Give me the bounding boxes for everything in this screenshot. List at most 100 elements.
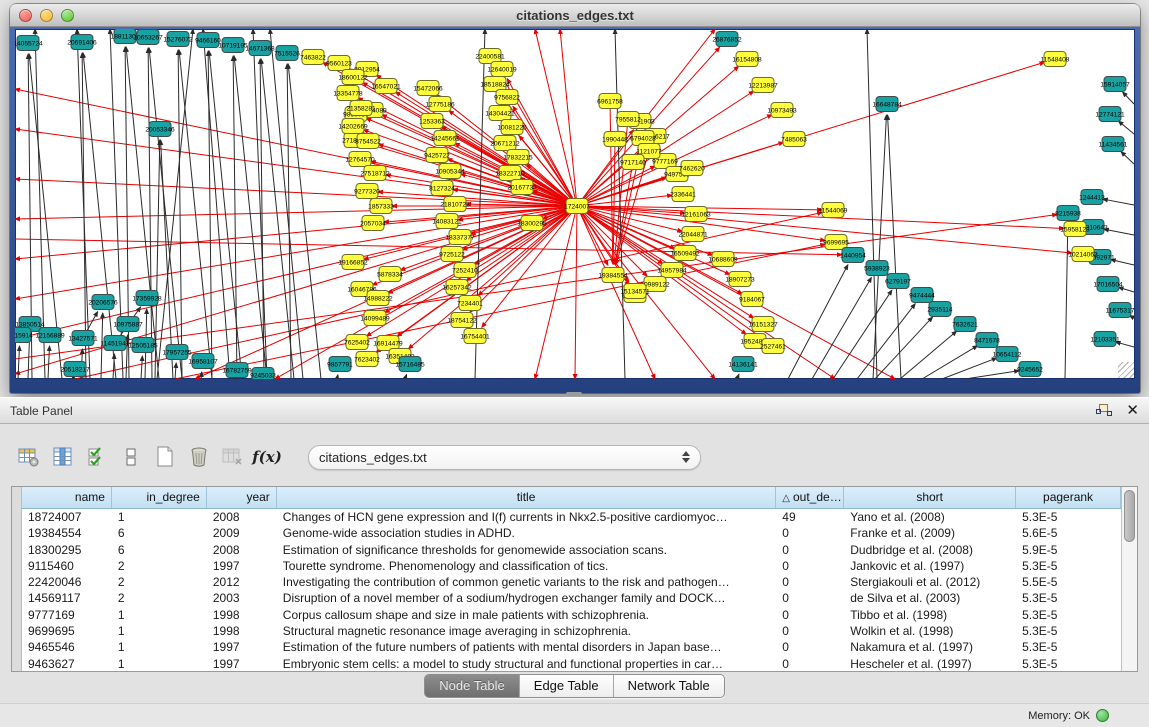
- network-node[interactable]: 10973493: [767, 103, 797, 118]
- network-node[interactable]: 9184067: [739, 292, 765, 307]
- table-cell[interactable]: 2: [112, 590, 207, 606]
- table-vertical-scrollbar[interactable]: [1121, 487, 1137, 671]
- network-node[interactable]: 19384554: [598, 268, 628, 283]
- network-node[interactable]: 26876852: [712, 32, 742, 47]
- network-node[interactable]: 21810722: [440, 197, 470, 212]
- table-cell[interactable]: 1998: [207, 623, 277, 639]
- table-cell[interactable]: Wolkin et al. (1998): [844, 623, 1016, 639]
- network-node[interactable]: 20691406: [67, 35, 97, 50]
- network-svg[interactable]: 1405572420691406188113041065326715276072…: [15, 29, 1135, 379]
- table-cell[interactable]: Nakamura et al. (1997): [844, 639, 1016, 655]
- table-cell[interactable]: 1997: [207, 656, 277, 671]
- table-row[interactable]: 946362711997Embryonic stem cells: a mode…: [22, 656, 1121, 671]
- close-panel-icon[interactable]: ✕: [1126, 403, 1139, 418]
- network-node[interactable]: 15472066: [413, 81, 443, 96]
- network-node[interactable]: 17016504: [1093, 277, 1123, 292]
- table-cell[interactable]: 1: [112, 656, 207, 671]
- network-node[interactable]: 15958123: [1060, 222, 1090, 237]
- network-node[interactable]: 9425722: [424, 148, 450, 163]
- network-node[interactable]: 20206576: [88, 295, 118, 310]
- table-cell[interactable]: 5.3E-5: [1016, 656, 1121, 671]
- table-row[interactable]: 911546021997Tourette syndrome. Phenomeno…: [22, 558, 1121, 574]
- table-cell[interactable]: Tibbo et al. (1998): [844, 607, 1016, 623]
- network-node[interactable]: 8127324: [429, 181, 455, 196]
- network-node[interactable]: 9245652: [1017, 362, 1043, 377]
- network-node[interactable]: 18600122: [338, 70, 368, 85]
- tab-edge-table[interactable]: Edge Table: [520, 675, 614, 697]
- network-node[interactable]: 20167733: [507, 180, 537, 195]
- table-cell[interactable]: 6: [112, 542, 207, 558]
- network-node[interactable]: 2336441: [670, 187, 696, 202]
- table-row[interactable]: 1456911722003Disruption of a novel membe…: [22, 590, 1121, 606]
- table-cell[interactable]: 2012: [207, 574, 277, 590]
- network-node[interactable]: 15914057: [1100, 77, 1130, 92]
- network-node[interactable]: 8754522: [355, 134, 381, 149]
- column-header-in_degree[interactable]: in_degree: [112, 487, 207, 508]
- table-cell[interactable]: Estimation of significance thresholds fo…: [277, 542, 777, 558]
- table-row[interactable]: 1872400712008Changes of HCN gene express…: [22, 509, 1121, 525]
- column-header-title[interactable]: title: [277, 487, 777, 508]
- close-window-button[interactable]: [19, 9, 32, 22]
- table-row[interactable]: 977716911998Corpus callosum shape and si…: [22, 607, 1121, 623]
- network-node[interactable]: 7515526: [274, 46, 300, 61]
- table-cell[interactable]: Genome-wide association studies in ADHD.: [277, 525, 777, 541]
- network-node[interactable]: 14136141: [728, 357, 758, 372]
- network-node[interactable]: 12640019: [487, 62, 517, 77]
- network-node[interactable]: 12505185: [128, 338, 158, 353]
- table-cell[interactable]: 2003: [207, 590, 277, 606]
- network-node[interactable]: 18754122: [447, 313, 477, 328]
- network-node[interactable]: 20671212: [490, 136, 520, 151]
- network-node[interactable]: 7252410: [452, 263, 478, 278]
- network-node[interactable]: 9725122: [439, 247, 465, 262]
- network-node[interactable]: 11675317: [1106, 303, 1135, 318]
- table-cell[interactable]: 5.3E-5: [1016, 509, 1121, 525]
- table-cell[interactable]: Disruption of a novel member of a sodium…: [277, 590, 777, 606]
- network-canvas[interactable]: 1405572420691406188113041065326715276072…: [15, 29, 1135, 379]
- column-settings-button[interactable]: [48, 442, 78, 472]
- table-cell[interactable]: 2008: [207, 542, 277, 558]
- network-node[interactable]: 7485063: [781, 132, 807, 147]
- column-header-name[interactable]: name: [22, 487, 112, 508]
- network-node[interactable]: 10214063: [1068, 247, 1098, 262]
- table-cell[interactable]: 5.3E-5: [1016, 639, 1121, 655]
- column-header-year[interactable]: year: [207, 487, 277, 508]
- delete-table-button[interactable]: [218, 442, 248, 472]
- column-header-out_de[interactable]: △out_de…: [776, 487, 844, 508]
- network-node[interactable]: 7234401: [457, 296, 483, 311]
- table-cell[interactable]: 6: [112, 525, 207, 541]
- merge-rows-button[interactable]: [116, 442, 146, 472]
- network-node[interactable]: 12764570: [345, 152, 375, 167]
- network-node[interactable]: 12103351: [1090, 332, 1120, 347]
- network-node[interactable]: 17957255: [162, 345, 192, 360]
- delete-column-button[interactable]: [184, 442, 214, 472]
- network-node[interactable]: 14245661: [430, 131, 460, 146]
- table-cell[interactable]: 9699695: [22, 623, 112, 639]
- network-node[interactable]: 16547021: [371, 79, 401, 94]
- table-cell[interactable]: Franke et al. (2009): [844, 525, 1016, 541]
- network-node[interactable]: 8471678: [974, 333, 1000, 348]
- table-cell[interactable]: 49: [776, 509, 844, 525]
- network-node[interactable]: 7625402: [344, 335, 370, 350]
- table-cell[interactable]: 1: [112, 607, 207, 623]
- window-resize-grip[interactable]: [1118, 362, 1134, 378]
- table-cell[interactable]: Stergiakouli et al. (2012): [844, 574, 1016, 590]
- network-node[interactable]: 16257342: [442, 280, 472, 295]
- table-cell[interactable]: Structural magnetic resonance image aver…: [277, 623, 777, 639]
- table-cell[interactable]: 14569117: [22, 590, 112, 606]
- network-node[interactable]: 16509492: [670, 246, 700, 261]
- table-cell[interactable]: 5.3E-5: [1016, 558, 1121, 574]
- network-node[interactable]: 9717140: [620, 155, 646, 170]
- network-node[interactable]: 9466160: [195, 33, 221, 48]
- network-node[interactable]: 5938923: [864, 261, 890, 276]
- table-cell[interactable]: 5.6E-5: [1016, 525, 1121, 541]
- table-cell[interactable]: 1997: [207, 639, 277, 655]
- network-node[interactable]: 16154808: [732, 52, 762, 67]
- table-cell[interactable]: 0: [776, 525, 844, 541]
- zoom-window-button[interactable]: [61, 9, 74, 22]
- network-node[interactable]: 20518217: [60, 362, 90, 377]
- network-node[interactable]: 14099489: [360, 311, 390, 326]
- network-node[interactable]: 19166852: [338, 255, 368, 270]
- network-node[interactable]: 1724007: [564, 199, 590, 214]
- table-cell[interactable]: 0: [776, 542, 844, 558]
- network-node[interactable]: 14202669: [338, 119, 368, 134]
